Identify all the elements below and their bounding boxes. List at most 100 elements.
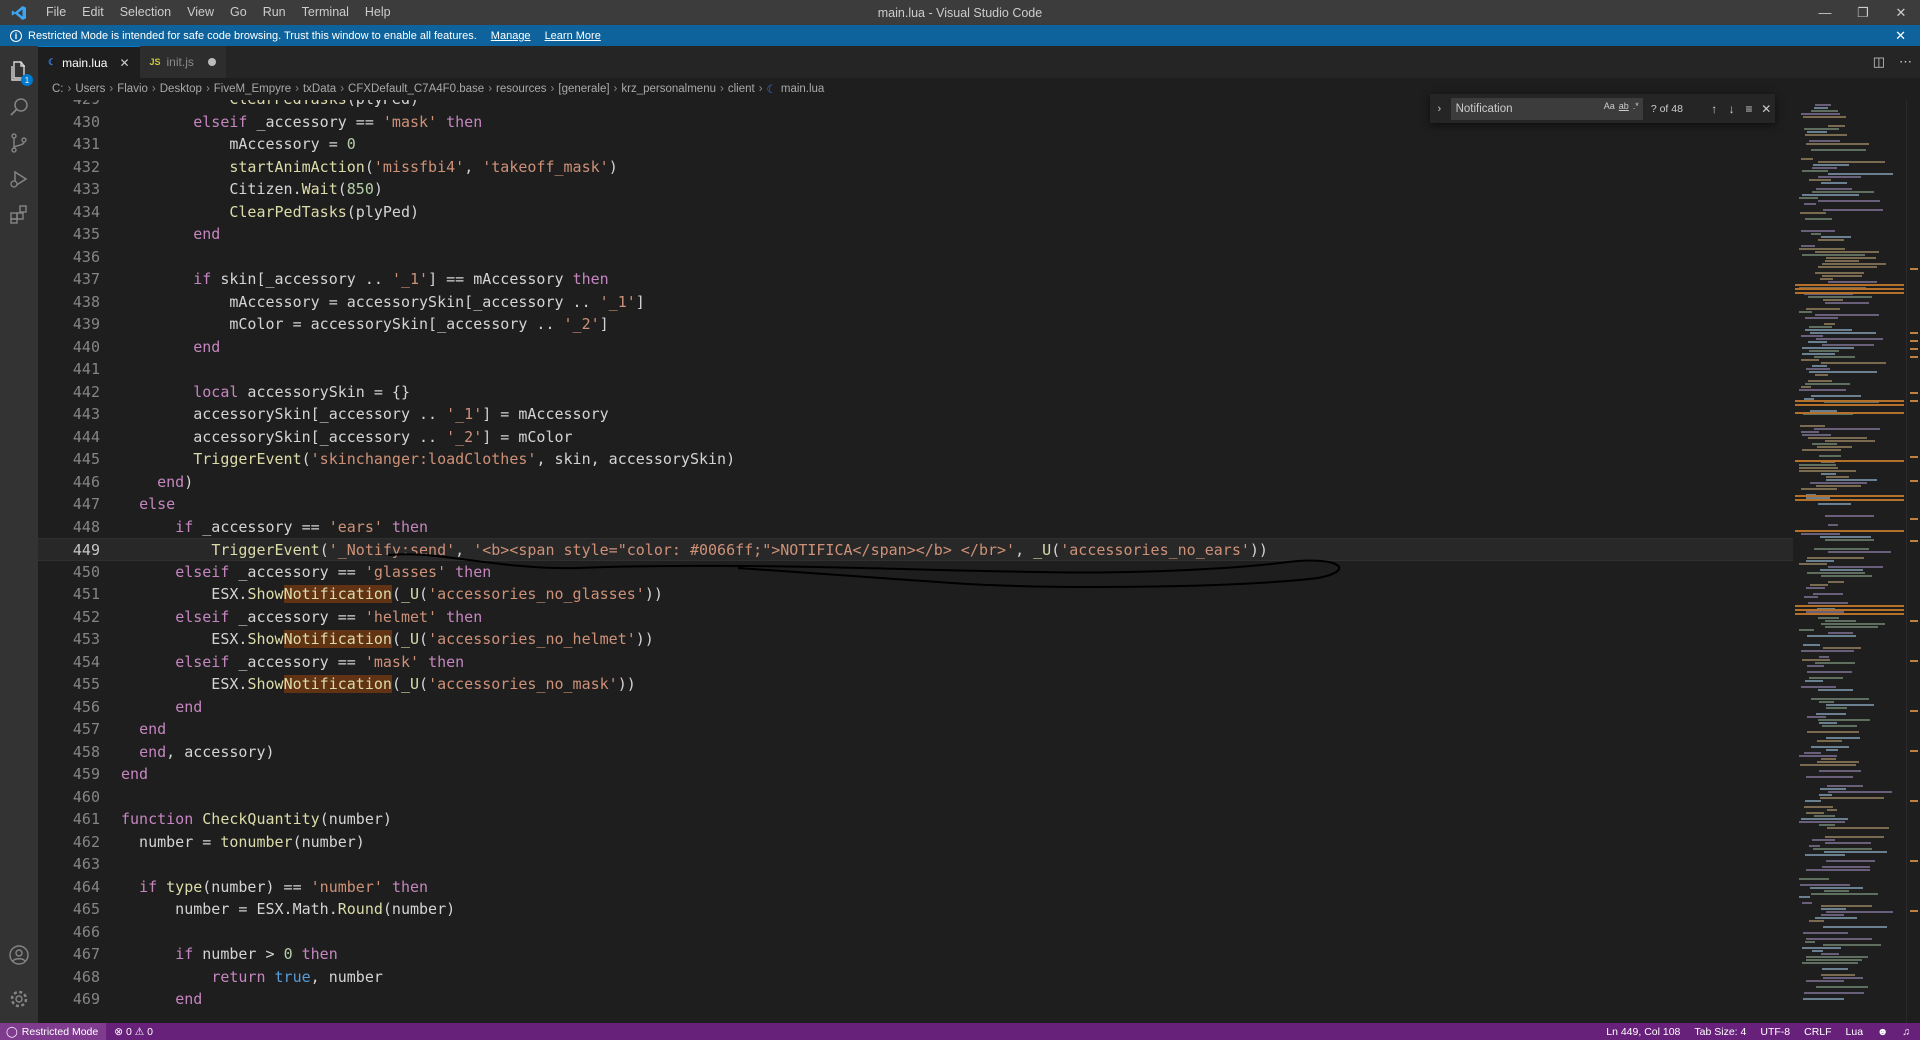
settings-gear-icon[interactable] — [0, 980, 38, 1018]
code-line[interactable]: 461 function CheckQuantity(number) — [38, 808, 1793, 831]
close-tab-icon[interactable]: ✕ — [119, 56, 129, 70]
extensions-icon[interactable] — [0, 196, 38, 234]
code-line[interactable]: 442 local accessorySkin = {} — [38, 381, 1793, 404]
code-line[interactable]: 449 TriggerEvent('_Notify:send', '<b><sp… — [38, 538, 1793, 561]
code-line[interactable]: 469 end — [38, 988, 1793, 1011]
restricted-mode-indicator[interactable]: ◯ Restricted Mode — [0, 1023, 107, 1040]
unsaved-dot-icon[interactable] — [207, 58, 216, 66]
code-line[interactable]: 463 — [38, 853, 1793, 876]
code-line[interactable]: 438 mAccessory = accessorySkin[_accessor… — [38, 291, 1793, 314]
code-line[interactable]: 450 elseif _accessory == 'glasses' then — [38, 561, 1793, 584]
breadcrumb-item[interactable]: FiveM_Empyre — [214, 83, 291, 95]
explorer-icon[interactable]: 1 — [0, 52, 38, 90]
menu-help[interactable]: Help — [357, 0, 399, 25]
notifications-bell-icon[interactable]: ♫ — [1902, 1026, 1910, 1038]
code-line[interactable]: 443 accessorySkin[_accessory .. '_1'] = … — [38, 403, 1793, 426]
breadcrumb-item[interactable]: Desktop — [160, 83, 202, 95]
code-line[interactable]: 431 mAccessory = 0 — [38, 133, 1793, 156]
cursor-position[interactable]: Ln 449, Col 108 — [1606, 1026, 1680, 1038]
scrollbar-match-marker — [1910, 660, 1918, 662]
close-window-icon[interactable]: ✕ — [1882, 0, 1920, 25]
code-line[interactable]: 452 elseif _accessory == 'helmet' then — [38, 606, 1793, 629]
split-editor-icon[interactable]: ◫ — [1873, 54, 1885, 70]
code-line[interactable]: 441 — [38, 358, 1793, 381]
menu-terminal[interactable]: Terminal — [294, 0, 357, 25]
code-line[interactable]: 444 accessorySkin[_accessory .. '_2'] = … — [38, 426, 1793, 449]
code-line[interactable]: 462 number = tonumber(number) — [38, 831, 1793, 854]
match-case-toggle[interactable]: Aa — [1604, 101, 1615, 111]
code-line[interactable]: 439 mColor = accessorySkin[_accessory ..… — [38, 313, 1793, 336]
tab-init-js[interactable]: JS init.js — [139, 46, 226, 78]
code-line[interactable]: 448 if _accessory == 'ears' then — [38, 516, 1793, 539]
code-line[interactable]: 456 end — [38, 696, 1793, 719]
code-line[interactable]: 434 ClearPedTasks(plyPed) — [38, 201, 1793, 224]
account-icon[interactable] — [0, 936, 38, 974]
breadcrumb-item[interactable]: client — [728, 83, 755, 95]
code-line[interactable]: 432 startAnimAction('missfbi4', 'takeoff… — [38, 156, 1793, 179]
find-in-selection-icon[interactable]: ≡ — [1740, 102, 1757, 116]
menu-view[interactable]: View — [179, 0, 222, 25]
close-find-icon[interactable]: ✕ — [1758, 102, 1775, 116]
toggle-replace-chevron-icon[interactable]: › — [1432, 103, 1447, 115]
breadcrumb-item[interactable]: krz_personalmenu — [621, 83, 716, 95]
code-line[interactable]: 455 ESX.ShowNotification(_U('accessories… — [38, 673, 1793, 696]
breadcrumb-item[interactable]: CFXDefault_C7A4F0.base — [348, 83, 484, 95]
breadcrumb-item[interactable]: main.lua — [781, 83, 824, 95]
menu-selection[interactable]: Selection — [112, 0, 179, 25]
breadcrumb-item[interactable]: [generale] — [558, 83, 609, 95]
tab-main-lua[interactable]: ☾ main.lua ✕ — [38, 46, 140, 78]
encoding[interactable]: UTF-8 — [1760, 1026, 1790, 1038]
banner-close-icon[interactable]: ✕ — [1895, 28, 1906, 44]
source-control-icon[interactable] — [0, 124, 38, 162]
code-line[interactable]: 445 TriggerEvent('skinchanger:loadClothe… — [38, 448, 1793, 471]
code-line[interactable]: 433 Citizen.Wait(850) — [38, 178, 1793, 201]
problems-indicator[interactable]: ⊗ 0 ⚠ 0 — [114, 1026, 153, 1038]
code-line[interactable]: 446 end) — [38, 471, 1793, 494]
code-line[interactable]: 457 end — [38, 718, 1793, 741]
use-regex-toggle[interactable]: .* — [1633, 101, 1639, 111]
tab-size[interactable]: Tab Size: 4 — [1694, 1026, 1746, 1038]
code-line[interactable]: 467 if number > 0 then — [38, 943, 1793, 966]
code-line[interactable]: 437 if skin[_accessory .. '_1'] == mAcce… — [38, 268, 1793, 291]
code-line[interactable]: 435 end — [38, 223, 1793, 246]
code-line[interactable]: 464 if type(number) == 'number' then — [38, 876, 1793, 899]
end-of-line[interactable]: CRLF — [1804, 1026, 1831, 1038]
minimap[interactable] — [1793, 100, 1906, 1023]
language-mode[interactable]: Lua — [1846, 1026, 1864, 1038]
breadcrumb-item[interactable]: Users — [75, 83, 105, 95]
code-line[interactable]: 466 — [38, 921, 1793, 944]
code-editor[interactable]: 429 ClearPedTasks(plyPed)430 elseif _acc… — [38, 100, 1793, 1023]
vertical-scrollbar[interactable] — [1906, 100, 1920, 1023]
menu-file[interactable]: File — [38, 0, 74, 25]
code-line[interactable]: 436 — [38, 246, 1793, 269]
learn-more-link[interactable]: Learn More — [545, 30, 601, 42]
code-line[interactable]: 447 else — [38, 493, 1793, 516]
breadcrumb-item[interactable]: txData — [303, 83, 336, 95]
feedback-icon[interactable]: ☻ — [1877, 1026, 1888, 1038]
search-icon[interactable] — [0, 88, 38, 126]
code-line[interactable]: 453 ESX.ShowNotification(_U('accessories… — [38, 628, 1793, 651]
code-line[interactable]: 460 — [38, 786, 1793, 809]
next-match-arrow-down-icon[interactable]: ↓ — [1723, 102, 1740, 116]
menu-edit[interactable]: Edit — [74, 0, 112, 25]
breadcrumb-item[interactable]: resources — [496, 83, 547, 95]
run-debug-icon[interactable] — [0, 160, 38, 198]
restore-icon[interactable]: ❐ — [1844, 0, 1882, 25]
match-whole-word-toggle[interactable]: ab — [1619, 101, 1629, 111]
code-line[interactable]: 458 end, accessory) — [38, 741, 1793, 764]
code-line[interactable]: 440 end — [38, 336, 1793, 359]
find-input[interactable]: Notification Aa ab .* — [1450, 97, 1643, 120]
code-line[interactable]: 465 number = ESX.Math.Round(number) — [38, 898, 1793, 921]
code-line[interactable]: 468 return true, number — [38, 966, 1793, 989]
menu-go[interactable]: Go — [222, 0, 255, 25]
breadcrumb-item[interactable]: Flavio — [117, 83, 148, 95]
breadcrumb-item[interactable]: C: — [52, 83, 64, 95]
more-actions-icon[interactable]: ⋯ — [1899, 54, 1912, 70]
previous-match-arrow-up-icon[interactable]: ↑ — [1706, 102, 1723, 116]
code-line[interactable]: 459 end — [38, 763, 1793, 786]
code-line[interactable]: 454 elseif _accessory == 'mask' then — [38, 651, 1793, 674]
minimize-icon[interactable]: — — [1806, 0, 1844, 25]
menu-run[interactable]: Run — [255, 0, 294, 25]
code-line[interactable]: 451 ESX.ShowNotification(_U('accessories… — [38, 583, 1793, 606]
manage-link[interactable]: Manage — [491, 30, 531, 42]
